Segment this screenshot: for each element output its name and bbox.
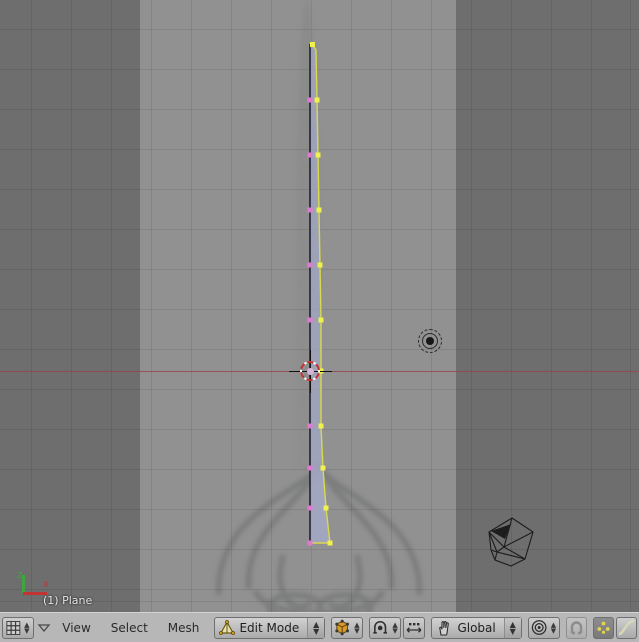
origin-center-dot — [426, 337, 434, 345]
pivot-center-button[interactable]: ▲ ▼ — [527, 616, 560, 639]
proportional-falloff-smooth-icon — [618, 619, 635, 636]
interaction-mode-arrows[interactable]: ▲ ▼ — [307, 617, 325, 638]
viewport-header-bar: ▲ ▼ View Select Mesh Edit Mode ▲ ▼ ▲ ▼ ▲… — [0, 612, 639, 642]
3d-viewport[interactable]: Z X (1) Plane — [0, 0, 639, 612]
occlude-geometry-button[interactable]: ▲ ▼ — [369, 616, 402, 639]
snap-magnet-button[interactable] — [565, 616, 587, 639]
menu-collapse-arrow[interactable] — [36, 621, 51, 635]
transform-orientation-group[interactable]: Global ▲ ▼ — [431, 616, 522, 639]
editor-type-button[interactable]: ▲ ▼ — [2, 616, 34, 639]
select-menu[interactable]: Select — [102, 613, 157, 642]
occlude-spinner[interactable]: ▲ ▼ — [391, 618, 400, 638]
transform-orientation-label: Global — [457, 620, 496, 635]
vertex-select-mode-icon — [335, 619, 350, 636]
editor-type-spinner[interactable]: ▲ ▼ — [23, 618, 31, 638]
mesh-menu[interactable]: Mesh — [159, 613, 209, 642]
object-origin-empty[interactable] — [418, 329, 442, 353]
axis-gizmo-x-label: X — [43, 580, 49, 589]
chevron-down-icon — [37, 623, 51, 632]
proportional-edit-icon — [597, 621, 610, 634]
interaction-mode-select[interactable]: Edit Mode ▲ ▼ — [214, 616, 326, 639]
proportional-falloff-button[interactable] — [615, 616, 637, 639]
edit-mode-mesh[interactable] — [0, 0, 639, 612]
select-mode-spinner[interactable]: ▲ ▼ — [353, 618, 362, 638]
active-object-label: (1) Plane — [43, 594, 93, 607]
3d-cursor-center-dot — [307, 368, 314, 375]
axis-gizmo-z-label: Z — [17, 571, 23, 580]
blender-window: Z X (1) Plane ▲ ▼ View Select Mesh Edit … — [0, 0, 639, 642]
occlude-geometry-icon — [373, 621, 388, 634]
limit-selection-button[interactable] — [403, 616, 426, 639]
view-menu[interactable]: View — [53, 613, 99, 642]
mesh-triangle-icon — [219, 619, 236, 635]
limit-selection-to-visible-icon — [406, 622, 422, 633]
pivot-spinner[interactable]: ▲ ▼ — [549, 618, 558, 638]
3d-cursor[interactable] — [289, 350, 332, 393]
camera-wireframe[interactable] — [481, 510, 543, 568]
snap-magnet-icon — [570, 621, 583, 635]
manipulator-hand-icon — [439, 620, 450, 636]
transform-orientation-arrows[interactable]: ▲ ▼ — [503, 617, 521, 638]
interaction-mode-label: Edit Mode — [239, 620, 300, 635]
grid-editor-type-icon — [6, 620, 21, 635]
pivot-center-icon — [531, 620, 547, 635]
proportional-edit-button[interactable] — [592, 616, 614, 639]
select-mode-button[interactable]: ▲ ▼ — [331, 616, 364, 639]
